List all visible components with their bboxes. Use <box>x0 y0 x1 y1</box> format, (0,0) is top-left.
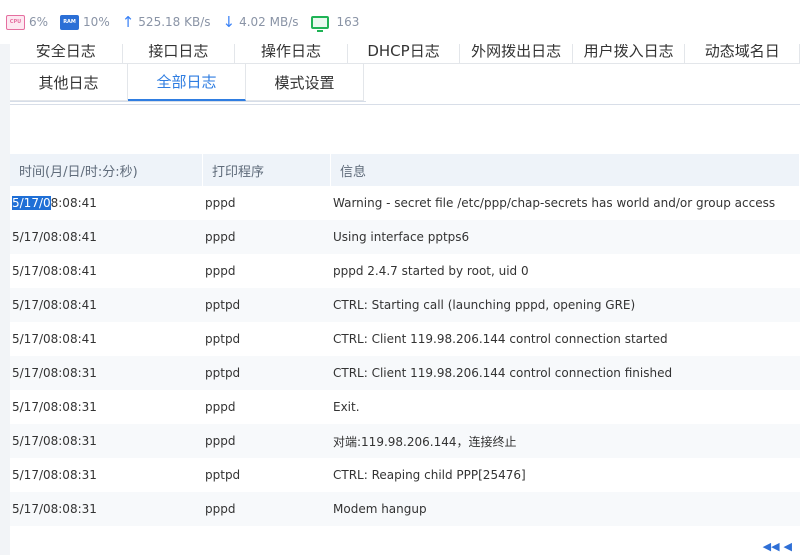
table-row[interactable]: 5/17/08:08:31 pppd Modem hangup <box>10 492 800 526</box>
cell-program: pppd <box>205 434 236 448</box>
ram-icon: RAM <box>60 14 80 30</box>
upload-arrow-icon: ↑ <box>121 13 135 31</box>
cell-time: 5/17/08:08:31 <box>12 502 97 516</box>
cell-program: pptpd <box>205 468 241 482</box>
header-program[interactable]: 打印程序 <box>203 154 331 186</box>
download-stat: ↓ 4.02 MB/s <box>222 13 299 31</box>
table-body: 5/17/0 8:08:41 pppd Warning - secret file… <box>10 186 800 526</box>
cell-message: Using interface pptps6 <box>333 230 470 244</box>
left-gutter <box>0 44 10 555</box>
cell-time: 5/17/08:08:41 <box>12 298 97 312</box>
table-row[interactable]: 5/17/08:08:31 pppd Exit. <box>10 390 800 424</box>
cell-program: pppd <box>205 230 236 244</box>
cell-message: Exit. <box>333 400 360 414</box>
tab-all-log[interactable]: 全部日志 <box>128 64 246 101</box>
table-row[interactable]: 5/17/08:08:31 pppd 对端:119.98.206.144，连接终… <box>10 424 800 458</box>
cell-message: CTRL: Client 119.98.206.144 control conn… <box>333 332 668 346</box>
table-header: 时间(月/日/时:分:秒) 打印程序 信息 <box>10 154 800 186</box>
table-row[interactable]: 5/17/08:08:41 pppd Using interface pptps… <box>10 220 800 254</box>
cell-program: pptpd <box>205 332 241 346</box>
connections-value: 163 <box>336 15 360 29</box>
cell-program: pptpd <box>205 298 241 312</box>
tab-row-2: 其他日志 全部日志 模式设置 <box>10 64 366 102</box>
cell-message: CTRL: Client 119.98.206.144 control conn… <box>333 366 673 380</box>
cell-time-rest: 8:08:41 <box>50 196 97 210</box>
selected-text: 5/17/0 <box>12 196 51 210</box>
tab-other-log[interactable]: 其他日志 <box>10 64 128 101</box>
cell-time: 5/17/08:08:31 <box>12 468 97 482</box>
cpu-icon: CPU <box>6 14 25 30</box>
download-arrow-icon: ↓ <box>222 13 236 31</box>
cell-time: 5/17/08:08:31 <box>12 400 97 414</box>
cell-program: pppd <box>205 400 236 414</box>
cell-program: pppd <box>205 196 236 210</box>
tab-mode-settings[interactable]: 模式设置 <box>246 64 364 101</box>
table-row[interactable]: 5/17/0 8:08:41 pppd Warning - secret file… <box>10 186 800 220</box>
prev-page-icon[interactable]: ◀ <box>784 540 792 553</box>
table-row[interactable]: 5/17/08:08:41 pppd pppd 2.4.7 started by… <box>10 254 800 288</box>
table-row[interactable]: 5/17/08:08:31 pptpd CTRL: Reaping child … <box>10 458 800 492</box>
cell-time: 5/17/08:08:31 <box>12 366 97 380</box>
cell-time: 5/17/08:08:41 <box>12 230 97 244</box>
first-page-icon[interactable]: ◀◀ <box>763 540 780 553</box>
cell-time: 5/17/08:08:41 <box>12 264 97 278</box>
upload-value: 525.18 KB/s <box>138 15 211 29</box>
monitor-icon <box>310 15 329 32</box>
system-status-bar: CPU 6% RAM 10% ↑ 525.18 KB/s ↓ 4.02 MB/s… <box>0 0 800 44</box>
cell-time: 5/17/08:08:41 <box>12 332 97 346</box>
upload-stat: ↑ 525.18 KB/s <box>121 13 211 31</box>
cell-program: pppd <box>205 264 236 278</box>
ram-value: 10% <box>83 15 110 29</box>
cell-message: pppd 2.4.7 started by root, uid 0 <box>333 264 529 278</box>
cell-message: CTRL: Starting call (launching pppd, ope… <box>333 298 636 312</box>
cell-program: pppd <box>205 502 236 516</box>
ram-stat: RAM 10% <box>60 14 110 30</box>
download-value: 4.02 MB/s <box>239 15 299 29</box>
cell-time: 5/17/08:08:41 <box>10 186 203 220</box>
table-row[interactable]: 5/17/08:08:31 pptpd CTRL: Client 119.98.… <box>10 356 800 390</box>
table-row[interactable]: 5/17/08:08:41 pptpd CTRL: Starting call … <box>10 288 800 322</box>
log-tabs: 安全日志 接口日志 操作日志 DHCP日志 外网拨出日志 用户拨入日志 动态域名… <box>10 34 800 102</box>
connections-stat: 163 <box>310 15 360 32</box>
cell-time: 5/17/08:08:31 <box>12 434 97 448</box>
pagination: ◀◀ ◀ <box>763 540 792 553</box>
cpu-value: 6% <box>29 15 49 29</box>
header-message[interactable]: 信息 <box>331 154 800 186</box>
header-time[interactable]: 时间(月/日/时:分:秒) <box>10 154 203 186</box>
cell-message: 对端:119.98.206.144，连接终止 <box>333 434 517 449</box>
panel-divider <box>10 104 800 105</box>
cell-message: CTRL: Reaping child PPP[25476] <box>333 468 526 482</box>
cpu-stat: CPU 6% <box>6 14 49 30</box>
table-row[interactable]: 5/17/08:08:41 pptpd CTRL: Client 119.98.… <box>10 322 800 356</box>
log-table: 时间(月/日/时:分:秒) 打印程序 信息 5/17/0 8:08:41 pppd… <box>10 154 800 526</box>
cell-program: pptpd <box>205 366 241 380</box>
cell-message: Warning - secret file /etc/ppp/chap-secr… <box>333 196 776 210</box>
cell-message: Modem hangup <box>333 502 427 516</box>
